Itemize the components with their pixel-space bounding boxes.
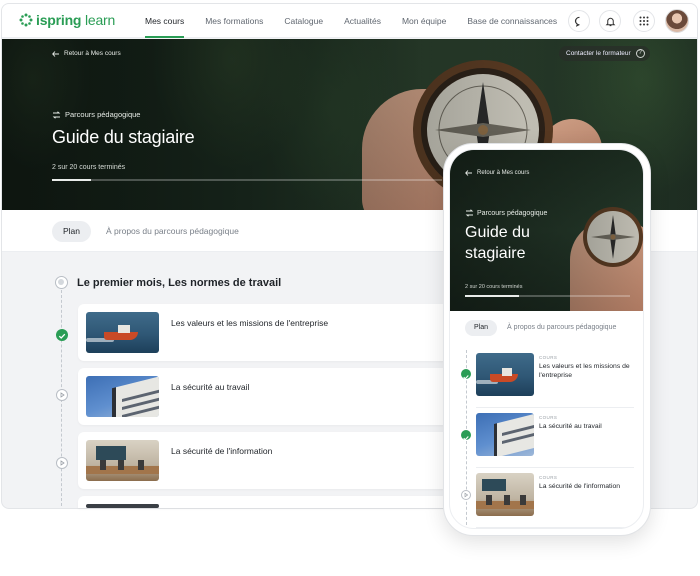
arrow-left-icon [52, 50, 59, 57]
mobile-hero-banner: Retour à Mes cours Parcours pédagogique … [450, 150, 643, 311]
progress-bar [52, 179, 442, 181]
ispring-logo-icon [19, 13, 33, 27]
page-title: Guide du stagiaire [52, 127, 195, 147]
learning-path-icon [465, 209, 474, 217]
course-thumbnail-office [476, 473, 534, 516]
mobile-progress-bar [465, 295, 630, 297]
kicker-label: Parcours pédagogique [65, 110, 141, 119]
nav-item-catalogue[interactable]: Catalogue [284, 4, 323, 38]
mobile-course-card[interactable]: COURS La sécurité au travail [476, 410, 634, 468]
back-link-label: Retour à Mes cours [477, 170, 530, 176]
course-card-partial[interactable] [78, 496, 458, 508]
course-thumbnail [86, 504, 159, 508]
top-navigation-bar: ispring learn Mes cours Mes formations C… [2, 4, 697, 38]
mobile-course-card-partial[interactable] [476, 528, 634, 529]
mobile-screen: Retour à Mes cours Parcours pédagogique … [449, 149, 644, 529]
nav-item-base-de-connaissances[interactable]: Base de connaissances [467, 4, 557, 38]
progress-bar-fill [52, 179, 91, 181]
course-card[interactable]: Les valeurs et les missions de l'entrepr… [78, 304, 458, 361]
course-title: La sécurité de l'information [171, 446, 273, 456]
mobile-course-card[interactable]: COURS La sécurité de l'information [476, 470, 634, 528]
mobile-course-card[interactable]: COURS Les valeurs et les missions de l'e… [476, 350, 634, 408]
mobile-device: Retour à Mes cours Parcours pédagogique … [443, 143, 651, 536]
completed-check-icon [56, 329, 68, 341]
nav-item-mes-formations[interactable]: Mes formations [205, 4, 263, 38]
course-thumbnail-ship [86, 312, 159, 353]
chat-icon [574, 16, 580, 27]
help-icon: ? [635, 49, 645, 58]
mobile-tab-plan[interactable]: Plan [465, 320, 498, 336]
course-type-label: COURS [539, 415, 558, 420]
course-title: La sécurité de l'information [539, 483, 621, 490]
course-title: Les valeurs et les missions de l'entrepr… [539, 363, 630, 379]
play-status-icon [56, 457, 68, 469]
contact-trainer-label: Contacter le formateur [566, 50, 631, 57]
learning-path-icon [52, 110, 61, 119]
apps-button[interactable] [633, 10, 655, 32]
course-title: La sécurité au travail [171, 382, 250, 392]
section-title: Le premier mois, Les normes de travail [77, 277, 282, 289]
back-to-courses-link[interactable]: Retour à Mes cours [52, 50, 121, 57]
progress-bar-fill [465, 295, 520, 297]
main-nav: Mes cours Mes formations Catalogue Actua… [145, 4, 578, 38]
arrow-left-icon [465, 170, 472, 176]
nav-item-mon-equipe[interactable]: Mon équipe [402, 4, 446, 38]
learning-path-kicker: Parcours pédagogique [465, 209, 547, 217]
course-thumbnail-building [476, 413, 534, 456]
play-status-icon [56, 389, 68, 401]
apps-grid-icon [639, 16, 649, 26]
back-link-label: Retour à Mes cours [64, 50, 121, 57]
nav-item-actualites[interactable]: Actualités [344, 4, 381, 38]
course-thumbnail-ship [476, 353, 534, 396]
mobile-tab-about[interactable]: À propos du parcours pédagogique [507, 320, 616, 336]
section-marker [55, 276, 68, 289]
course-card[interactable]: La sécurité de l'information [78, 432, 458, 489]
brand-logo[interactable]: ispring learn [19, 12, 115, 28]
play-status-icon [461, 490, 471, 500]
course-type-label: COURS [539, 475, 558, 480]
contact-trainer-button[interactable]: Contacter le formateur ? [559, 46, 650, 61]
tab-about-learning-path[interactable]: À propos du parcours pédagogique [106, 221, 239, 242]
course-title: Les valeurs et les missions de l'entrepr… [171, 318, 329, 328]
brand-name: ispring learn [36, 12, 116, 28]
completed-check-icon [461, 430, 471, 441]
mobile-progress-text: 2 sur 20 cours terminés [465, 284, 523, 290]
course-type-label: COURS [539, 355, 558, 360]
notifications-button[interactable] [599, 10, 621, 32]
chat-button[interactable] [568, 10, 590, 32]
bell-icon [605, 17, 615, 26]
mobile-back-link[interactable]: Retour à Mes cours [465, 170, 529, 176]
nav-item-mes-cours[interactable]: Mes cours [145, 4, 185, 38]
course-thumbnail-office [86, 440, 159, 481]
course-thumbnail-building [86, 376, 159, 417]
course-card[interactable]: La sécurité au travail [78, 368, 458, 425]
learning-path-kicker: Parcours pédagogique [52, 110, 140, 119]
kicker-label: Parcours pédagogique [477, 209, 548, 217]
tab-plan[interactable]: Plan [52, 221, 92, 242]
completed-check-icon [461, 369, 471, 380]
course-title: La sécurité au travail [539, 423, 602, 430]
progress-text: 2 sur 20 cours terminés [52, 164, 126, 171]
user-avatar[interactable] [665, 9, 689, 33]
mobile-page-title: Guide du stagiaire [465, 224, 530, 262]
